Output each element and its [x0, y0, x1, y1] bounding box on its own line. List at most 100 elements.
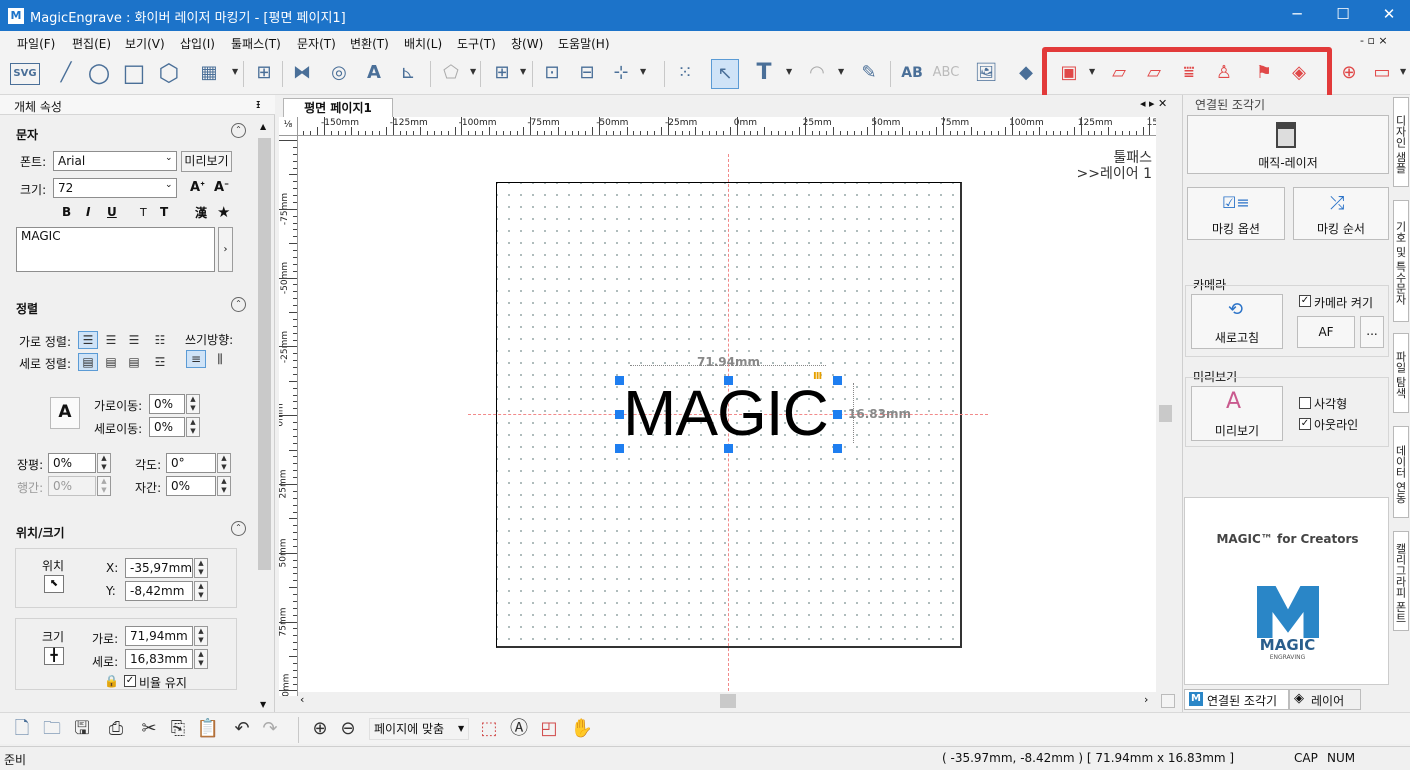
distribute-icon[interactable]: ⊹ [607, 59, 635, 89]
svg-import-icon[interactable]: SVG [10, 63, 40, 85]
camera-more-button[interactable]: ... [1360, 316, 1384, 348]
vertical-write-icon[interactable]: ⫼ [210, 350, 230, 368]
text-dropdown-icon[interactable]: ▼ [786, 68, 792, 76]
font-shrink-icon[interactable]: Aᐨ [214, 180, 229, 195]
font-select[interactable]: Arial [53, 151, 177, 171]
superscript-button[interactable]: T [140, 206, 147, 219]
abc-text-icon[interactable]: ABC [932, 59, 960, 89]
menu-window[interactable]: 창(W) [511, 35, 543, 52]
mdi-controls[interactable]: - ▫ × [1360, 34, 1388, 47]
hanja-button[interactable]: 漢 [195, 204, 207, 221]
resize-handle-top[interactable] [724, 376, 733, 385]
zoom-dropdown-icon[interactable]: ▼ [458, 719, 464, 739]
horizontal-scroll-thumb[interactable] [720, 694, 736, 708]
zoom-fit-icon[interactable]: Ⓐ [505, 715, 533, 745]
chevron-down-icon[interactable]: ⌄ [165, 153, 173, 163]
y-spinner[interactable]: ▲ ▼ [194, 581, 208, 601]
canvas-horizontal-scrollbar[interactable]: ‹ › [298, 692, 1156, 710]
v-move-input[interactable]: 0% [149, 417, 185, 437]
chevron-down-icon[interactable]: ⌄ [165, 180, 173, 190]
v-move-spinner[interactable]: ▲ ▼ [186, 417, 200, 437]
page-frame-dropdown-icon[interactable]: ▼ [1400, 68, 1406, 76]
mirror-tool-icon[interactable]: ⧓ [288, 59, 316, 89]
copy-icon[interactable]: ⎘ [164, 715, 192, 745]
resize-handle-bottom-right[interactable] [833, 444, 842, 453]
resize-handle-top-right[interactable] [833, 376, 842, 385]
camera-on-checkbox[interactable]: ✓ [1299, 295, 1311, 307]
resize-handle-left[interactable] [615, 410, 624, 419]
page-frame-icon[interactable]: ▭ [1368, 59, 1396, 89]
scroll-thumb[interactable] [258, 138, 271, 570]
h-move-input[interactable]: 0% [149, 394, 185, 414]
h-move-spinner[interactable]: ▲ ▼ [186, 394, 200, 414]
side-tab-data-link[interactable]: 데이터 연동 [1393, 426, 1409, 518]
position-anchor-icon[interactable]: ⬉ [44, 575, 64, 593]
ellipse-tool-icon[interactable]: ○ [85, 59, 113, 89]
zoom-selection-icon[interactable]: ⬚ [475, 715, 503, 745]
pos-collapse-icon[interactable]: ⌃ [231, 521, 246, 536]
preview-button[interactable]: A 미리보기 [1191, 386, 1283, 441]
text-expand-button[interactable]: › [218, 227, 233, 272]
scroll-right-icon[interactable]: › [1144, 693, 1148, 706]
align-justify-icon[interactable]: ☷ [150, 331, 170, 349]
table-tool-icon[interactable]: ⊞ [250, 59, 278, 89]
horizontal-write-icon[interactable]: ≡ [186, 350, 206, 368]
array-tool-icon[interactable]: ⊞ [488, 59, 516, 89]
text-frame-tool-icon[interactable]: A [360, 59, 388, 89]
valign-distribute-icon[interactable]: ☲ [150, 353, 170, 371]
align-center-icon[interactable]: ⊡ [538, 59, 566, 89]
font-preview-button[interactable]: 미리보기 [181, 151, 232, 172]
pin-icon[interactable]: ᵻ [256, 97, 260, 111]
align-right-icon[interactable]: ☰ [124, 331, 144, 349]
menu-insert[interactable]: 삽입(I) [180, 35, 215, 52]
y-input[interactable]: -8,42mm [125, 581, 193, 601]
line-tool-icon[interactable]: ╱ [52, 59, 80, 89]
dimension-tool-icon[interactable]: ⊾ [394, 59, 422, 89]
side-tab-calligraphy-font[interactable]: 캘리그라피 폰트 [1393, 531, 1409, 631]
resize-handle-bottom[interactable] [724, 444, 733, 453]
menu-edit[interactable]: 편집(E) [72, 35, 111, 52]
eraser-tool-icon[interactable]: ◆ [1012, 59, 1040, 89]
text-content-input[interactable]: MAGIC [16, 227, 215, 272]
autofocus-button[interactable]: AF [1297, 316, 1355, 348]
marking-order-button[interactable]: ⤮ 마킹 순서 [1293, 187, 1389, 240]
font-grow-icon[interactable]: Aᐩ [190, 180, 205, 195]
select-tool-icon[interactable]: ↖ [711, 59, 739, 89]
menu-help[interactable]: 도움말(H) [558, 35, 610, 52]
menu-file[interactable]: 파일(F) [17, 35, 55, 52]
size-select[interactable]: 72 [53, 178, 177, 198]
scroll-down-icon[interactable]: ▼ [260, 700, 266, 709]
keep-ratio-checkbox[interactable]: ✓ [124, 675, 136, 687]
star-symbol-icon[interactable]: ★ [217, 203, 230, 221]
tab-nav-controls[interactable]: ◂ ▸ ✕ [1140, 97, 1167, 110]
tab-layer[interactable]: ◈ 레이어 [1289, 689, 1361, 710]
angle-input[interactable]: 0° [166, 453, 216, 473]
menu-transform[interactable]: 변환(T) [350, 35, 389, 52]
menu-arrange[interactable]: 배치(L) [404, 35, 442, 52]
bold-button[interactable]: B [62, 205, 71, 219]
resize-handle-bottom-left[interactable] [615, 444, 624, 453]
pen-tool-icon[interactable]: ✎ [855, 59, 883, 89]
undo-icon[interactable]: ↶ [228, 715, 256, 745]
image-insert-icon[interactable]: 🖼 [972, 59, 1000, 89]
subscript-button[interactable]: T [160, 205, 168, 219]
char-gap-spinner[interactable]: ▲ ▼ [217, 476, 231, 496]
italic-button[interactable]: I [86, 205, 90, 219]
align-middle-icon[interactable]: ⊟ [573, 59, 601, 89]
device-button[interactable]: 매직-레이저 [1187, 115, 1389, 174]
rectangle-tool-icon[interactable]: □ [120, 59, 148, 89]
arc-text-tool-icon[interactable]: ◠ [803, 59, 831, 89]
print-icon[interactable]: ⎙ [102, 715, 130, 745]
qrcode-tool-icon[interactable]: ▦ [195, 59, 223, 89]
left-panel-scrollbar[interactable]: ▲ ▼ [256, 120, 273, 712]
text-anchor-icon[interactable]: III [813, 371, 822, 382]
angle-spinner[interactable]: ▲ ▼ [217, 453, 231, 473]
resize-handle-top-left[interactable] [615, 376, 624, 385]
width-ratio-spinner[interactable]: ▲ ▼ [97, 453, 111, 473]
tab-page1[interactable]: 평면 페이지1 [283, 98, 393, 118]
weld-tool-icon[interactable]: ◎ [325, 59, 353, 89]
side-tab-file-explorer[interactable]: 파일 탐색 [1393, 333, 1409, 413]
maximize-button[interactable]: ☐ [1320, 0, 1366, 31]
width-input[interactable]: 71,94mm [125, 626, 193, 646]
valign-bottom-icon[interactable]: ▤ [124, 353, 144, 371]
